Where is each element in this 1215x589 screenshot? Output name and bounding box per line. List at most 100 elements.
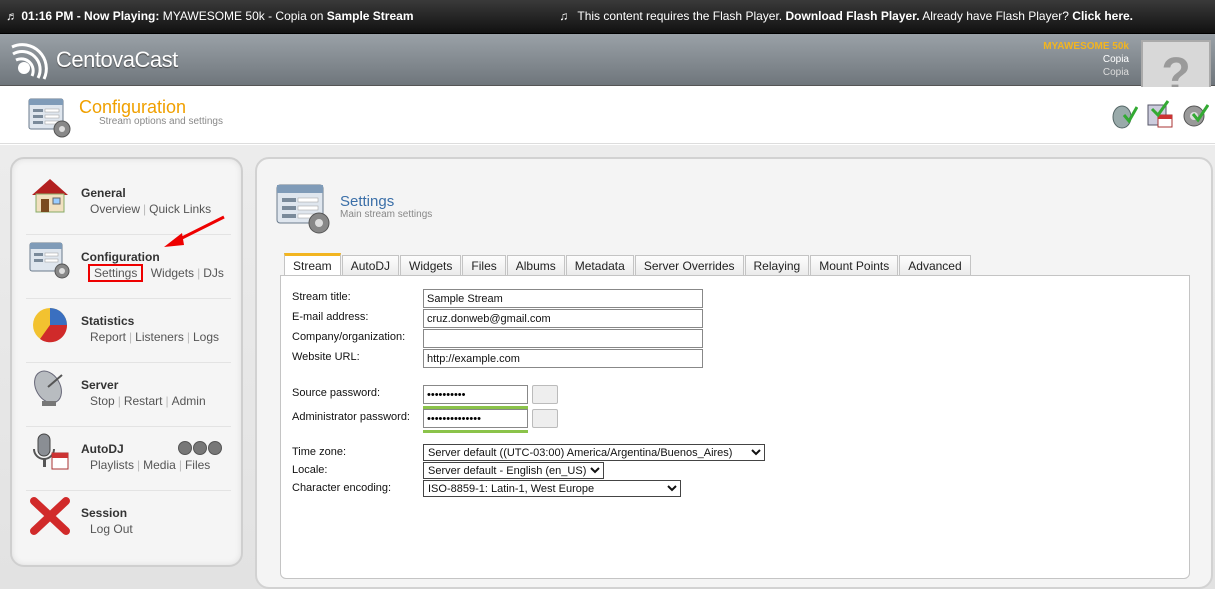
- settings-check-icon[interactable]: [1181, 99, 1210, 129]
- configuration-icon: [28, 97, 72, 142]
- sidebar-link-listeners[interactable]: Listeners: [135, 330, 184, 344]
- stream-title-input[interactable]: [423, 289, 703, 308]
- account-sub2: Copia: [1102, 67, 1129, 78]
- settings-tabs: Stream AutoDJ Widgets Files Albums Metadata Se…: [284, 253, 972, 277]
- source-password-label: Source password:: [292, 387, 381, 399]
- timezone-label: Time zone:: [292, 446, 347, 458]
- configuration-icon: [28, 239, 74, 285]
- sidebar-title-autodj[interactable]: AutoDJ: [81, 442, 124, 456]
- header-tools: [1106, 99, 1210, 132]
- download-flash-link[interactable]: Download Flash Player.: [785, 9, 919, 23]
- satellite-dish-icon: [28, 367, 74, 413]
- sidebar-link-media[interactable]: Media: [143, 458, 176, 472]
- tab-mount-points[interactable]: Mount Points: [810, 255, 899, 277]
- tab-autodj[interactable]: AutoDJ: [341, 255, 400, 277]
- sidebar-group-statistics: Statistics Report | Listeners | Logs: [26, 301, 231, 363]
- sidebar-link-log-out[interactable]: Log Out: [90, 522, 133, 536]
- tab-server-overrides[interactable]: Server Overrides: [634, 255, 744, 277]
- tab-relaying[interactable]: Relaying: [744, 255, 810, 277]
- tab-stream[interactable]: Stream: [284, 253, 341, 277]
- now-playing-label: - Now Playing:: [73, 9, 163, 23]
- tab-advanced[interactable]: Advanced: [899, 255, 971, 277]
- autodj-stop-icon[interactable]: [193, 441, 207, 455]
- account-info: MYAWESOME 50k Copia Copia: [1043, 40, 1129, 79]
- timezone-select[interactable]: Server default ((UTC-03:00) America/Arge…: [423, 444, 765, 461]
- sidebar-link-files[interactable]: Files: [185, 458, 210, 472]
- sidebar-link-playlists[interactable]: Playlists: [90, 458, 134, 472]
- sidebar-link-overview[interactable]: Overview: [90, 202, 140, 216]
- now-playing-stream: Sample Stream: [326, 9, 414, 23]
- autodj-controls: [178, 441, 223, 458]
- sidebar-link-settings[interactable]: Settings: [87, 264, 144, 282]
- sidebar-links-statistics: Report | Listeners | Logs: [90, 330, 220, 344]
- sidebar-links-autodj: Playlists | Media | Files: [90, 458, 211, 472]
- email-field[interactable]: [423, 309, 703, 328]
- sidebar-title-server[interactable]: Server: [81, 378, 118, 392]
- flash-click-here-link[interactable]: Click here.: [1072, 9, 1133, 23]
- logo-text: CentovaCast: [56, 47, 178, 72]
- tab-metadata[interactable]: Metadata: [565, 255, 634, 277]
- encoding-label: Character encoding:: [292, 482, 392, 494]
- annotation-arrow-icon: [158, 213, 228, 256]
- admin-password-label: Administrator password:: [292, 411, 410, 423]
- now-playing-bar: ♬ 01:16 PM - Now Playing: MYAWESOME 50k …: [0, 0, 1215, 34]
- page-subtitle: Stream options and settings: [99, 116, 223, 127]
- content-area: General Overview | Quick Links Configurati…: [0, 145, 1215, 589]
- email-label: E-mail address:: [292, 311, 369, 323]
- stream-title-label: Stream title:: [292, 291, 351, 303]
- source-password-input[interactable]: [423, 385, 528, 404]
- sidebar-title-statistics[interactable]: Statistics: [81, 314, 134, 328]
- tab-files[interactable]: Files: [462, 255, 506, 277]
- flash-have-text: Already have Flash Player?: [922, 9, 1069, 23]
- headphones-icon: ♬: [6, 9, 18, 23]
- sidebar-group-session: Session Log Out: [26, 493, 231, 555]
- tab-albums[interactable]: Albums: [506, 255, 565, 277]
- now-playing-time: 01:16 PM: [21, 9, 74, 23]
- keyboard-icon[interactable]: [532, 409, 558, 428]
- admin-password-input[interactable]: [423, 409, 528, 428]
- start-stream-icon[interactable]: [1110, 99, 1139, 129]
- locale-select[interactable]: Server default - English (en_US): [423, 462, 604, 479]
- on-label: on: [306, 9, 327, 23]
- sidebar-title-general[interactable]: General: [81, 186, 126, 200]
- sidebar-link-report[interactable]: Report: [90, 330, 126, 344]
- sidebar-links-configuration: Settings Widgets | DJs: [87, 264, 224, 282]
- sidebar-link-admin[interactable]: Admin: [172, 394, 206, 408]
- now-playing-info: ♬ 01:16 PM - Now Playing: MYAWESOME 50k …: [6, 9, 414, 23]
- close-x-icon: [28, 495, 74, 541]
- character-encoding-select[interactable]: ISO-8859-1: Latin-1, West Europe: [423, 480, 681, 497]
- schedule-calendar-icon[interactable]: [1146, 99, 1174, 129]
- flash-message: This content requires the Flash Player.: [577, 9, 783, 23]
- sidebar-link-djs[interactable]: DJs: [203, 266, 224, 280]
- autodj-pause-icon[interactable]: [178, 441, 192, 455]
- sidebar-link-stop[interactable]: Stop: [90, 394, 115, 408]
- account-sub1: Copia: [1102, 54, 1129, 65]
- sidebar-link-restart[interactable]: Restart: [124, 394, 163, 408]
- autodj-next-icon[interactable]: [208, 441, 222, 455]
- music-note-icon: ♫: [559, 9, 569, 23]
- settings-panel-icon: [275, 183, 331, 238]
- app-header: CentovaCast MYAWESOME 50k Copia Copia ?: [0, 34, 1215, 110]
- website-label: Website URL:: [292, 351, 360, 363]
- panel-subtitle: Main stream settings: [340, 209, 433, 220]
- now-playing-track: MYAWESOME 50k - Copia: [162, 9, 307, 23]
- sidebar-title-configuration[interactable]: Configuration: [81, 250, 160, 264]
- page-title-band: Configuration Stream options and setting…: [0, 87, 1215, 144]
- microphone-icon: [28, 431, 74, 477]
- sidebar-links-server: Stop | Restart | Admin: [90, 394, 206, 408]
- centovacast-logo-icon: [10, 42, 50, 85]
- keyboard-icon[interactable]: [532, 385, 558, 404]
- website-url-input[interactable]: [423, 349, 703, 368]
- company-input[interactable]: [423, 329, 703, 348]
- flash-notice: ♫ This content requires the Flash Player…: [559, 9, 1133, 23]
- admin-password-strength: [423, 430, 528, 433]
- settings-panel: Settings Main stream settings Stream Auto…: [255, 157, 1213, 589]
- sidebar-link-logs[interactable]: Logs: [193, 330, 219, 344]
- sidebar-group-server: Server Stop | Restart | Admin: [26, 365, 231, 427]
- sidebar-title-session[interactable]: Session: [81, 506, 127, 520]
- house-icon: [28, 175, 74, 221]
- sidebar-group-autodj: AutoDJ Playlists | Media | Files: [26, 429, 231, 491]
- sidebar-link-widgets[interactable]: Widgets: [151, 266, 194, 280]
- tab-widgets[interactable]: Widgets: [400, 255, 462, 277]
- panel-title: Settings: [340, 193, 395, 210]
